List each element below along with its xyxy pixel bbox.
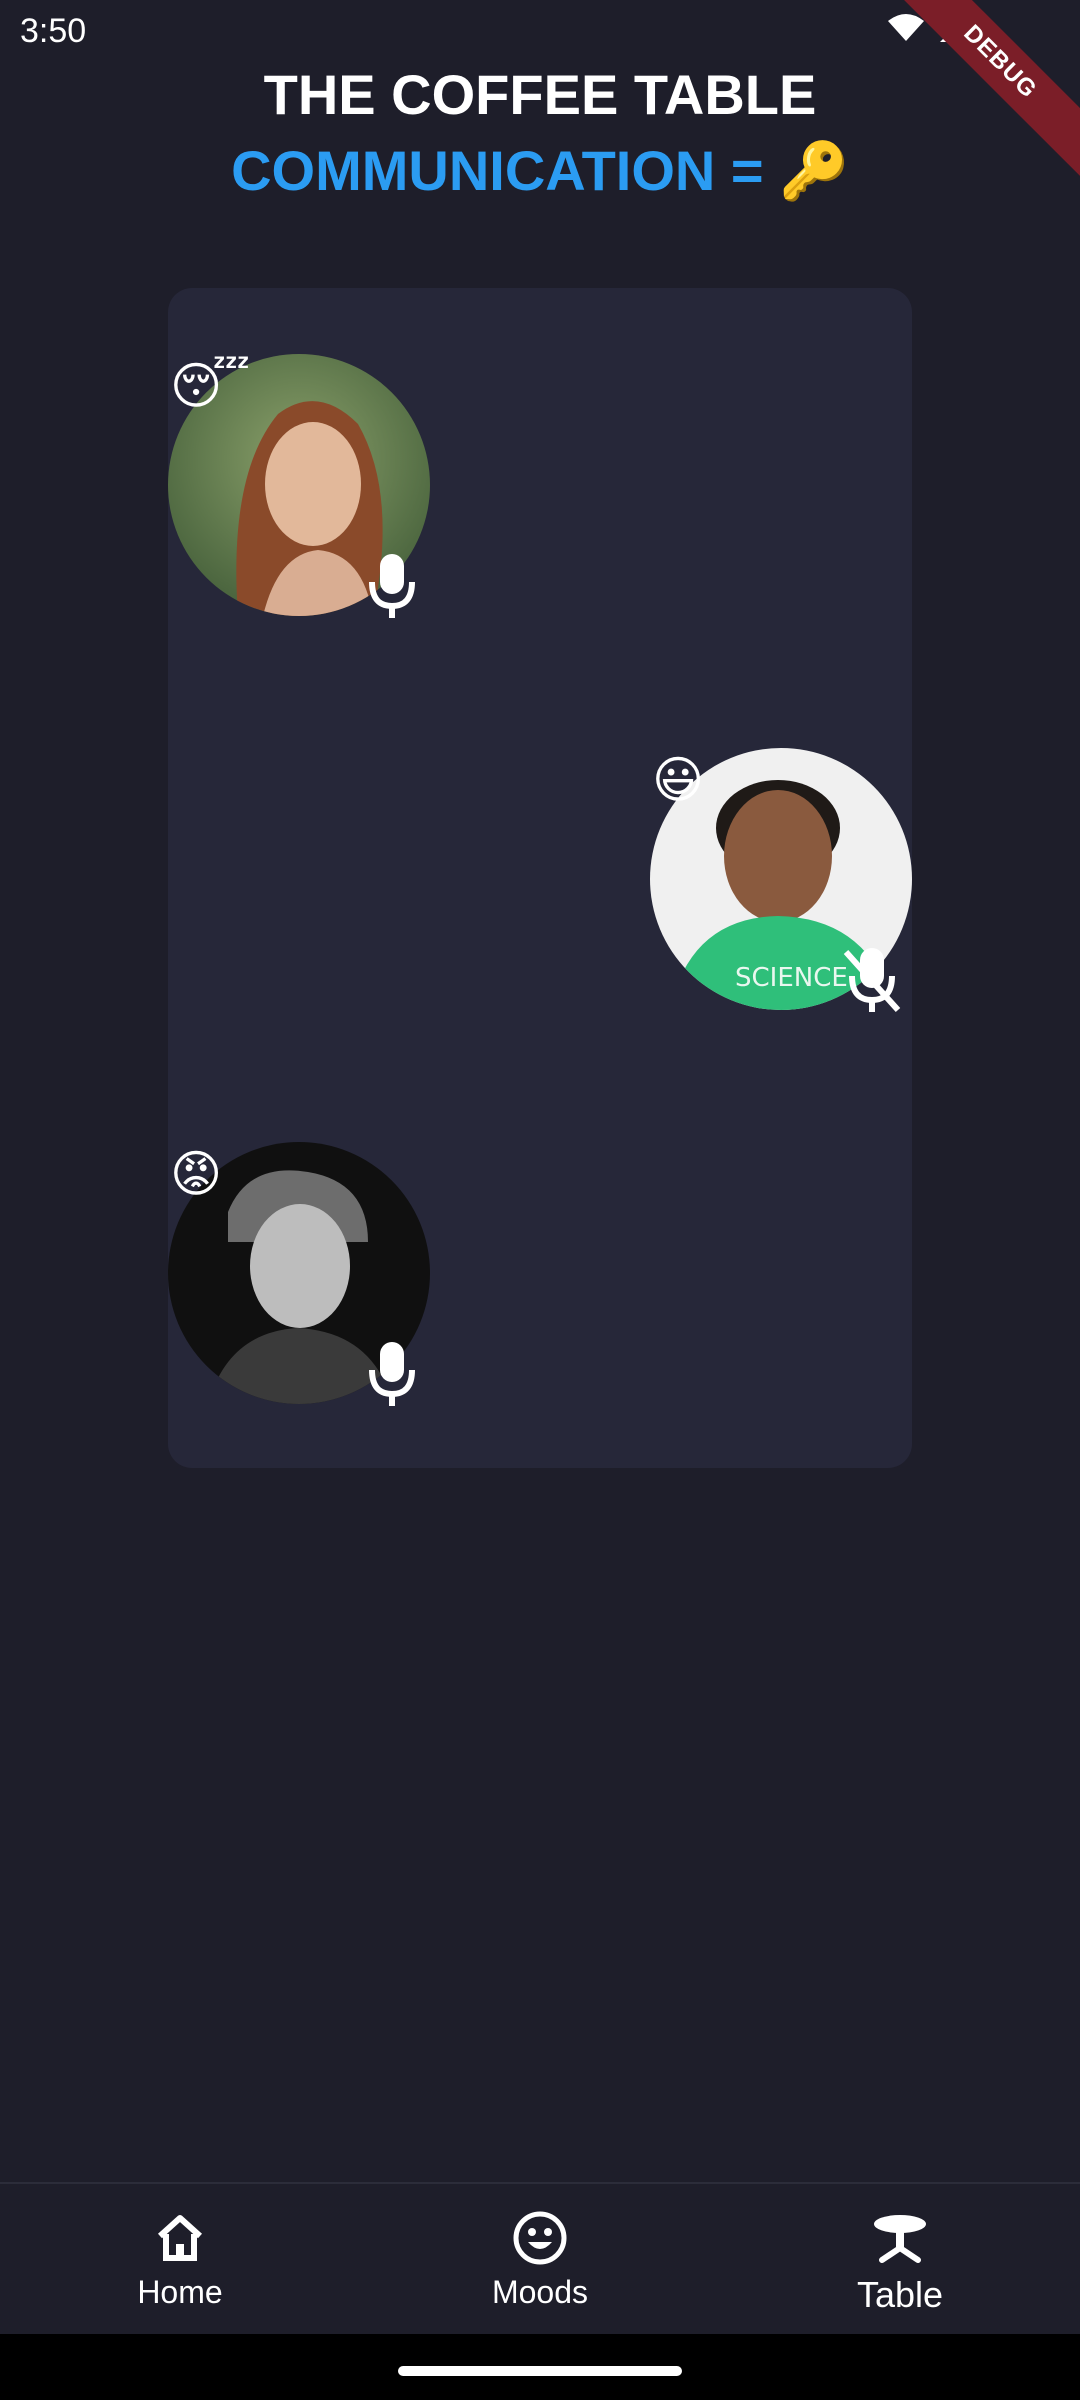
wifi-icon xyxy=(888,14,924,41)
home-icon xyxy=(157,2215,203,2261)
coffee-table-card: 😴 SCIENCE 😃 😡 xyxy=(168,288,912,1468)
mic-off-icon[interactable] xyxy=(842,946,902,1014)
status-time: 3:50 xyxy=(20,12,87,50)
page-subtitle: COMMUNICATION = 🔑 xyxy=(231,139,849,202)
mood-emoji: 😡 xyxy=(170,1146,223,1202)
svg-text:SCIENCE: SCIENCE xyxy=(735,963,848,993)
system-nav-bar xyxy=(0,2334,1080,2400)
nav-item-home[interactable]: Home xyxy=(80,2208,280,2311)
nav-label: Home xyxy=(137,2274,223,2310)
participant-2[interactable]: SCIENCE 😃 xyxy=(650,748,912,1013)
mic-on-icon[interactable] xyxy=(364,1340,420,1408)
bottom-nav: Home Moods Table xyxy=(0,2182,1080,2336)
smiley-icon xyxy=(513,2211,567,2265)
participant-3[interactable]: 😡 xyxy=(168,1142,430,1406)
mood-emoji: 😃 xyxy=(652,752,705,808)
participant-1[interactable]: 😴 xyxy=(168,354,430,618)
table-icon xyxy=(874,2215,926,2263)
page-title: THE COFFEE TABLE xyxy=(263,63,817,126)
nav-item-table[interactable]: Table xyxy=(800,2208,1000,2316)
nav-item-moods[interactable]: Moods xyxy=(440,2208,640,2311)
home-gesture-handle[interactable] xyxy=(398,2366,682,2376)
mood-emoji: 😴 xyxy=(170,358,251,414)
mic-on-icon[interactable] xyxy=(364,552,420,620)
nav-label: Moods xyxy=(491,2274,589,2310)
nav-label: Table xyxy=(856,2274,944,2315)
